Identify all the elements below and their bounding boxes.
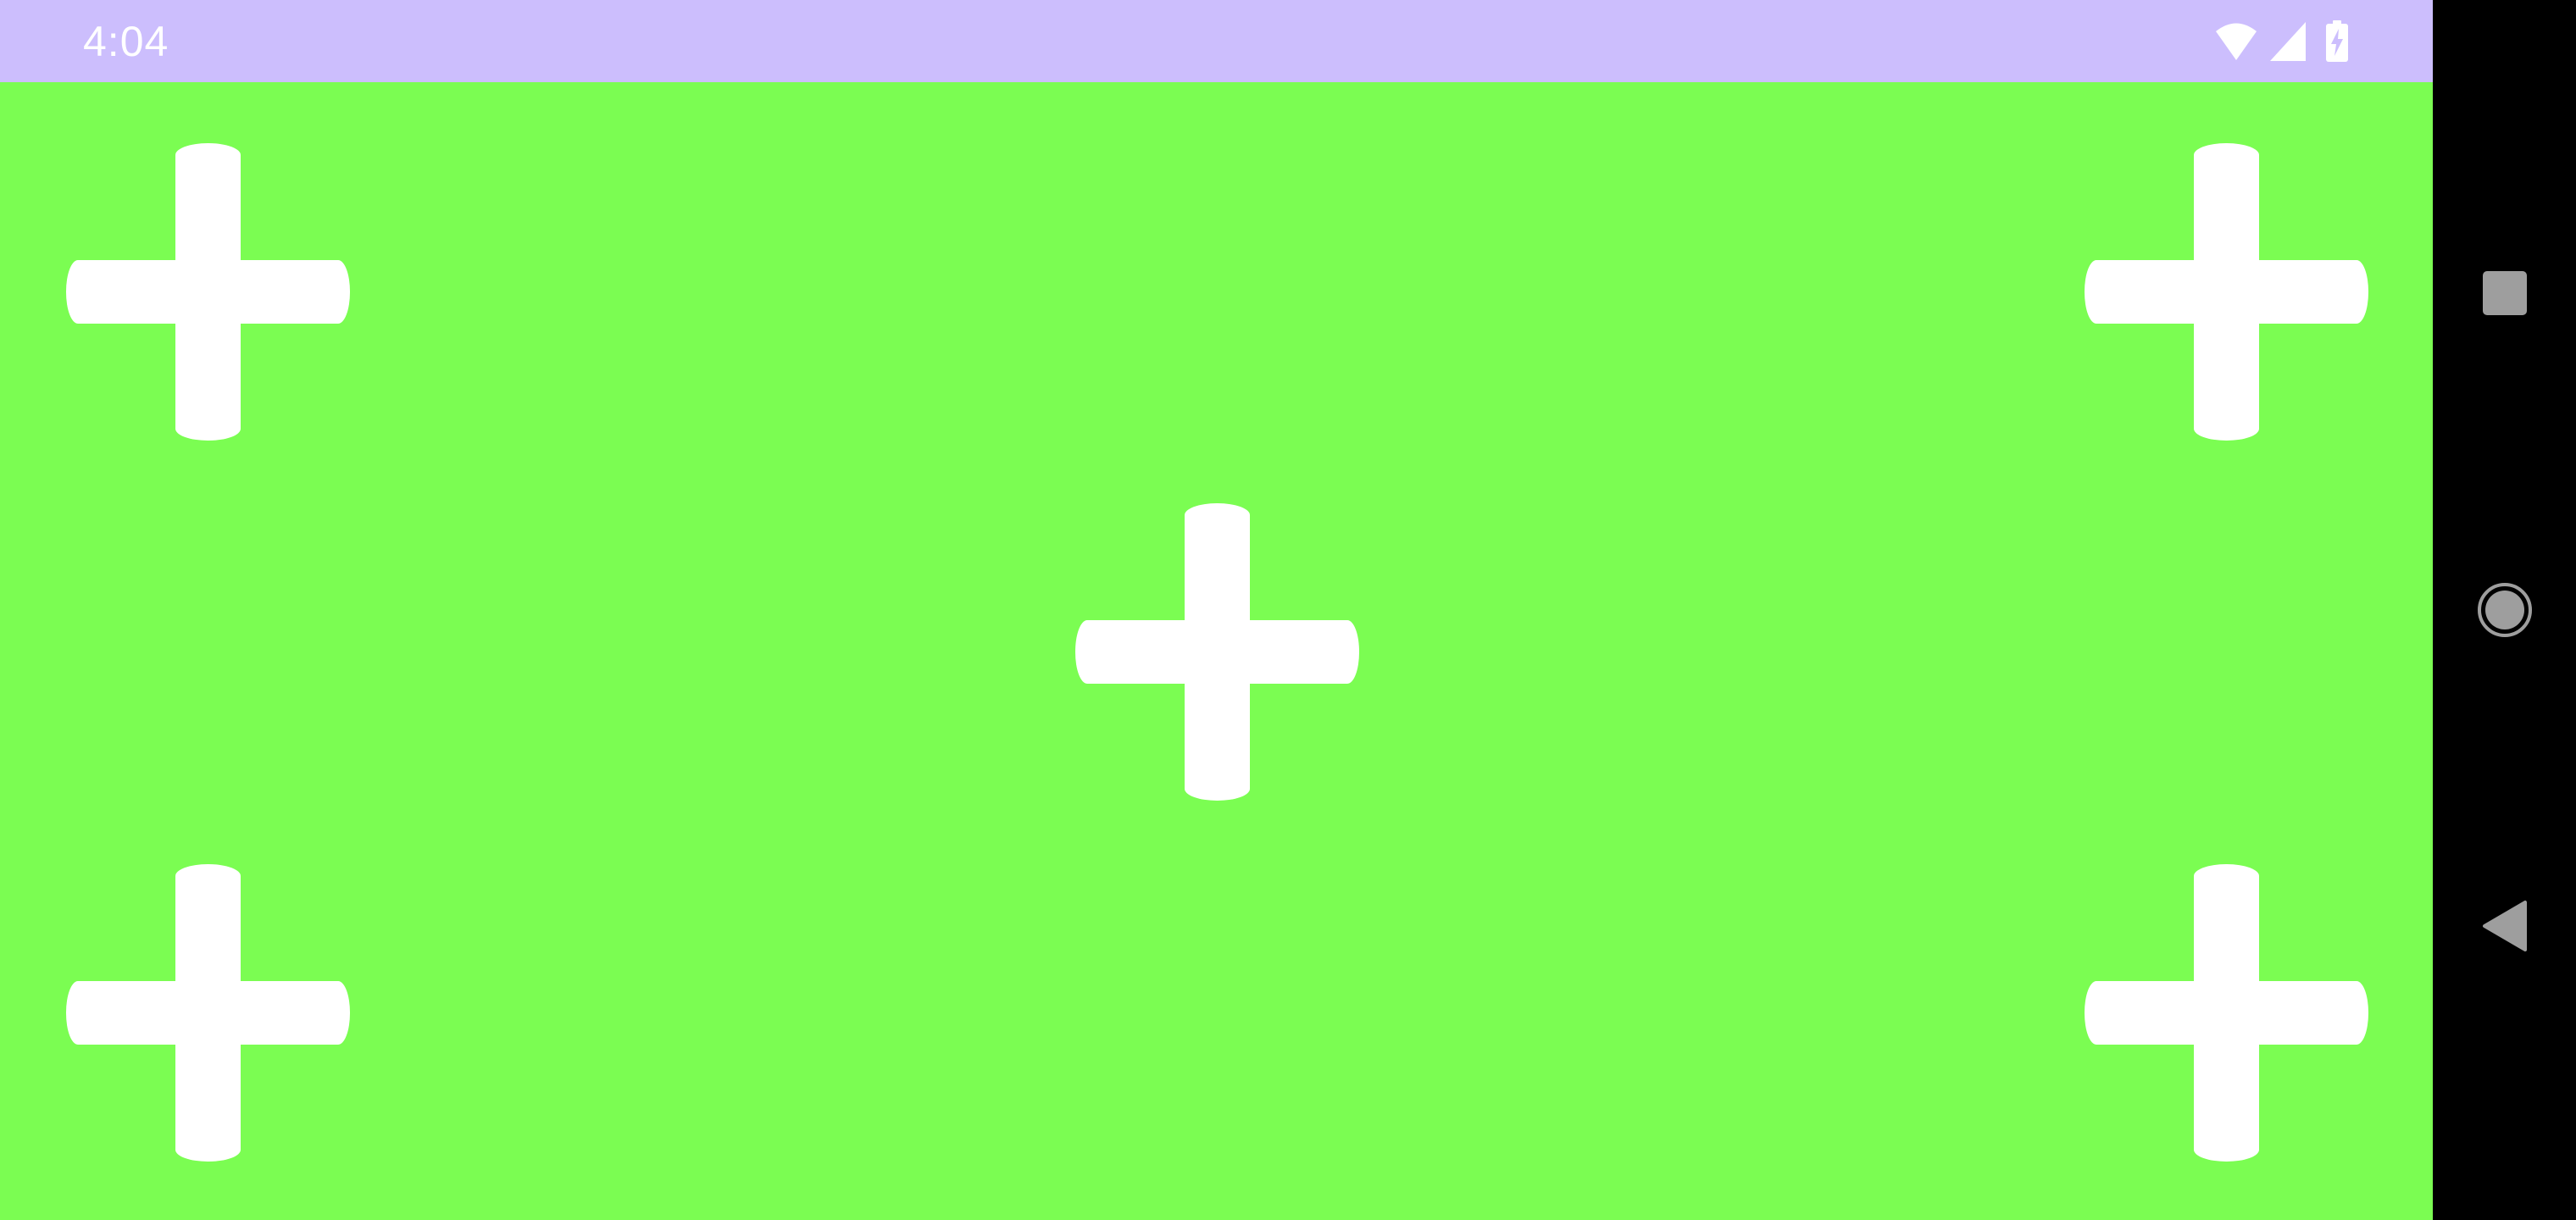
plus-icon-horizontal-bar [1075, 620, 1359, 684]
plus-icon-horizontal-bar [66, 260, 350, 324]
status-time: 4:04 [83, 18, 169, 65]
battery-charging-icon [2325, 20, 2349, 67]
crosshair-bottom-left[interactable] [66, 864, 350, 1162]
signal-icon [2268, 20, 2307, 67]
plus-icon-horizontal-bar [2085, 260, 2368, 324]
home-button[interactable] [2433, 542, 2576, 678]
plus-icon-horizontal-bar [66, 981, 350, 1045]
navigation-bar [2433, 0, 2576, 1220]
crosshair-top-left[interactable] [66, 143, 350, 441]
recents-icon [2482, 271, 2527, 315]
back-icon [2482, 901, 2527, 951]
home-icon [2477, 583, 2532, 637]
status-bar: 4:04 [0, 0, 2433, 82]
crosshair-top-right[interactable] [2085, 143, 2368, 441]
crosshair-center[interactable] [1075, 503, 1359, 801]
plus-icon-horizontal-bar [2085, 981, 2368, 1045]
recents-button[interactable] [2433, 225, 2576, 361]
content-area [0, 82, 2433, 1220]
crosshair-bottom-right[interactable] [2085, 864, 2368, 1162]
back-button[interactable] [2433, 858, 2576, 994]
screen: 4:04 [0, 0, 2576, 1220]
wifi-icon [2215, 20, 2257, 67]
